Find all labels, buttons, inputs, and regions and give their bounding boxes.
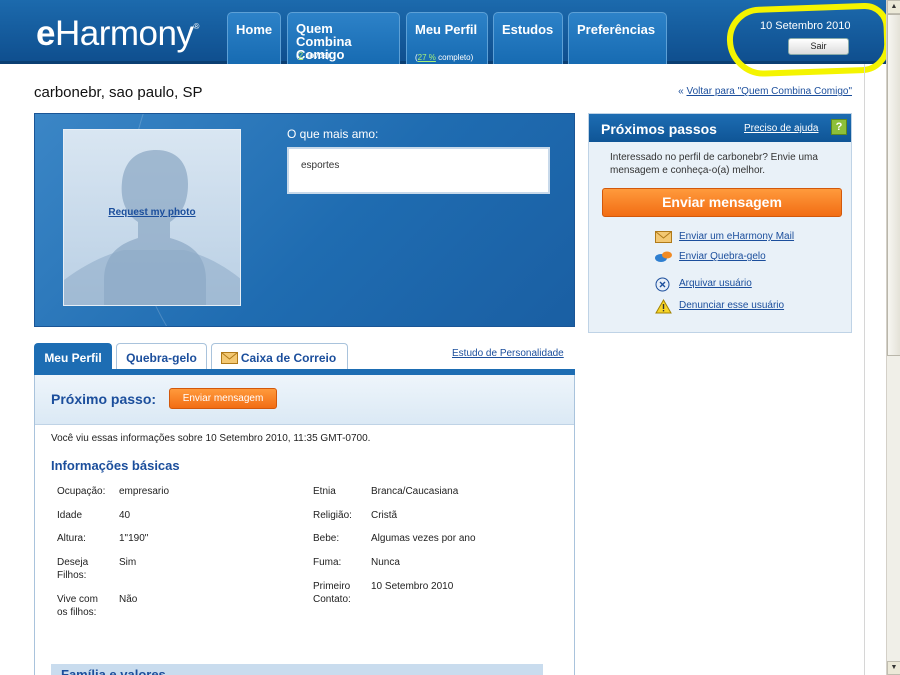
report-user-link[interactable]: Denunciar esse usuário: [679, 300, 784, 311]
next-steps-panel: Próximos passos Preciso de ajuda ? Inter…: [588, 113, 852, 333]
next-steps-text: Interessado no perfil de carbonebr? Envi…: [610, 152, 818, 176]
field-label: Etnia: [313, 486, 336, 497]
new-matches-count: (2 novos): [296, 51, 330, 60]
tab-caixa-correio[interactable]: Caixa de Correio: [211, 343, 348, 370]
help-link[interactable]: Preciso de ajuda: [744, 123, 819, 134]
viewed-info-text: Você viu essas informações sobre 10 Sete…: [51, 433, 371, 444]
next-steps-title: Próximos passos: [601, 121, 717, 137]
field-label: Deseja Filhos:: [57, 557, 89, 581]
profile-details-panel: Próximo passo: Enviar mensagem Você viu …: [34, 375, 575, 675]
eharmony-logo[interactable]: eHarmony®: [36, 14, 199, 54]
nav-tab-quem-combina[interactable]: Quem Combina Comigo (2 novos): [287, 12, 400, 64]
send-icebreaker-link[interactable]: Enviar Quebra-gelo: [679, 251, 766, 262]
tab-meu-perfil[interactable]: Meu Perfil: [34, 343, 112, 370]
love-label: O que mais amo:: [287, 127, 379, 141]
family-values-heading: Família e valores: [61, 667, 166, 675]
field-value: Algumas vezes por ano: [371, 533, 476, 544]
personality-study-link[interactable]: Estudo de Personalidade: [452, 348, 564, 359]
tab-quebra-gelo[interactable]: Quebra-gelo: [116, 343, 207, 370]
warning-icon: [655, 299, 672, 314]
next-step-label: Próximo passo:: [51, 391, 157, 407]
mail-icon: [221, 352, 238, 364]
icebreaker-icon: [655, 251, 672, 262]
field-value: 10 Setembro 2010: [371, 581, 454, 592]
field-label: Ocupação:: [57, 486, 106, 497]
field-label: Religião:: [313, 510, 352, 521]
nav-tab-meu-perfil[interactable]: Meu Perfil (27 % completo): [406, 12, 488, 64]
love-value-box: esportes: [287, 147, 550, 194]
field-value: Cristã: [371, 510, 398, 521]
yellow-highlight-annotation: [725, 2, 892, 78]
basic-info-heading: Informações básicas: [51, 458, 180, 473]
archive-user-link[interactable]: Arquivar usuário: [679, 278, 752, 289]
field-value: Não: [119, 594, 138, 605]
field-value: Sim: [119, 557, 137, 568]
field-value: 40: [119, 510, 131, 521]
next-step-bar: Próximo passo: Enviar mensagem: [35, 375, 574, 425]
field-label: Primeiro Contato:: [313, 581, 351, 605]
profile-completion: (27 % completo): [415, 53, 474, 62]
next-steps-header: Próximos passos Preciso de ajuda ?: [589, 114, 851, 142]
field-label: Fuma:: [313, 557, 342, 568]
field-label: Bebe:: [313, 533, 340, 544]
nav-tab-estudos[interactable]: Estudos: [493, 12, 563, 64]
scrollbar-thumb[interactable]: [887, 14, 900, 356]
send-message-button[interactable]: Enviar mensagem: [602, 188, 842, 217]
field-value: empresario: [119, 486, 170, 497]
profile-title: carbonebr, sao paulo, SP: [34, 84, 203, 101]
help-icon[interactable]: ?: [831, 119, 847, 135]
nav-tab-preferencias[interactable]: Preferências: [568, 12, 667, 64]
field-label: Altura:: [57, 533, 86, 544]
family-values-header: Família e valores: [51, 664, 543, 675]
back-to-matches-link[interactable]: « Voltar para "Quem Combina Comigo": [678, 86, 852, 97]
profile-summary-box: Request my photo O que mais amo: esporte…: [34, 113, 575, 327]
scroll-up-icon[interactable]: ▲: [887, 0, 900, 14]
vertical-scrollbar[interactable]: ▲ ▼: [886, 0, 900, 675]
field-value: Nunca: [371, 557, 400, 568]
send-message-small-button[interactable]: Enviar mensagem: [169, 388, 277, 409]
send-eharmony-mail-link[interactable]: Enviar um eHarmony Mail: [679, 231, 794, 242]
field-value: 1"190": [119, 533, 149, 544]
profile-photo-placeholder: Request my photo: [63, 129, 241, 306]
request-photo-link[interactable]: Request my photo: [64, 207, 240, 218]
silhouette-icon: [64, 150, 240, 305]
field-value: Branca/Caucasiana: [371, 486, 459, 497]
page-border: [864, 64, 865, 675]
field-label: Vive com os filhos:: [57, 594, 98, 618]
field-label: Idade: [57, 510, 83, 521]
mail-icon: [655, 231, 672, 243]
nav-tab-home[interactable]: Home: [227, 12, 281, 64]
archive-x-icon: [655, 277, 670, 292]
scroll-down-icon[interactable]: ▼: [887, 661, 900, 675]
